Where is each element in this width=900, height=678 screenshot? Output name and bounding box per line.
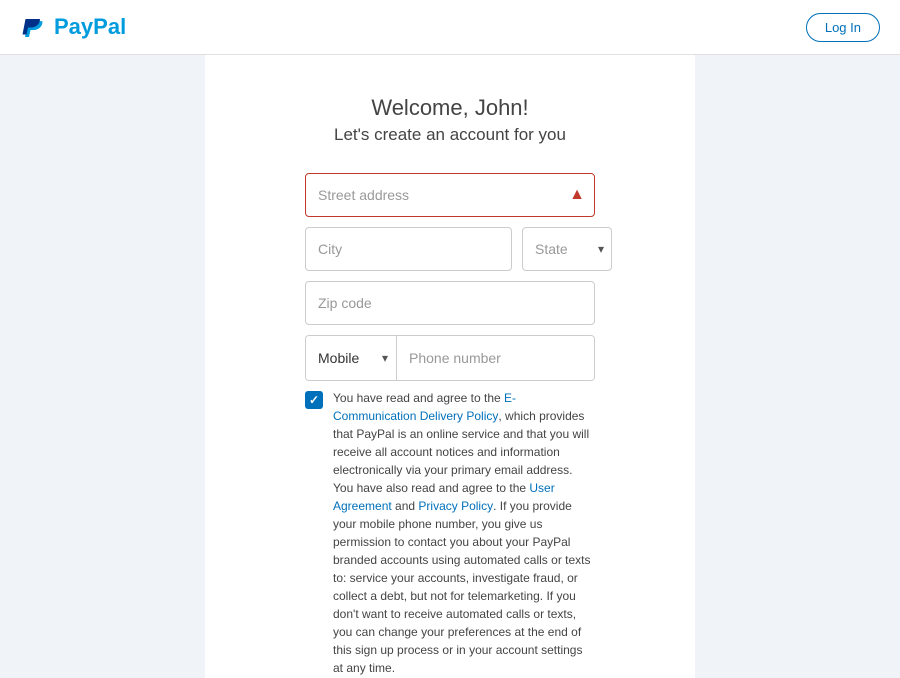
privacy-policy-link[interactable]: Privacy Policy <box>418 499 493 513</box>
paypal-logo-icon <box>20 13 48 41</box>
street-address-input[interactable] <box>305 173 595 217</box>
header: PayPal Log In <box>0 0 900 55</box>
mobile-type-select[interactable]: Mobile Home Work <box>306 336 396 380</box>
welcome-title: Welcome, John! <box>371 95 528 121</box>
agreement-checkbox-wrapper[interactable] <box>305 391 323 677</box>
welcome-subtitle: Let's create an account for you <box>334 125 566 145</box>
street-address-wrapper: ▲ <box>305 173 595 217</box>
state-select-wrapper: State AL AK CA NY TX FL ▾ <box>522 227 612 271</box>
agreement-checkbox[interactable] <box>305 391 323 409</box>
phone-row: Mobile Home Work ▾ <box>305 335 595 381</box>
state-select[interactable]: State AL AK CA NY TX FL <box>522 227 612 271</box>
paypal-logo: PayPal <box>20 13 126 41</box>
paypal-logo-text: PayPal <box>54 14 126 40</box>
signup-form: ▲ State AL AK CA NY TX FL ▾ <box>305 173 595 381</box>
error-icon: ▲ <box>569 186 585 204</box>
mobile-select-wrapper: Mobile Home Work ▾ <box>306 336 397 380</box>
phone-number-input[interactable] <box>397 336 595 380</box>
agreement-text: You have read and agree to the E-Communi… <box>333 389 595 677</box>
city-input[interactable] <box>305 227 512 271</box>
zip-code-input[interactable] <box>305 281 595 325</box>
main-content: Welcome, John! Let's create an account f… <box>205 55 695 678</box>
side-panel-left <box>0 55 205 678</box>
side-panel-right <box>695 55 900 678</box>
agreement-section: You have read and agree to the E-Communi… <box>305 389 595 677</box>
login-button[interactable]: Log In <box>806 13 880 42</box>
city-state-row: State AL AK CA NY TX FL ▾ <box>305 227 595 271</box>
